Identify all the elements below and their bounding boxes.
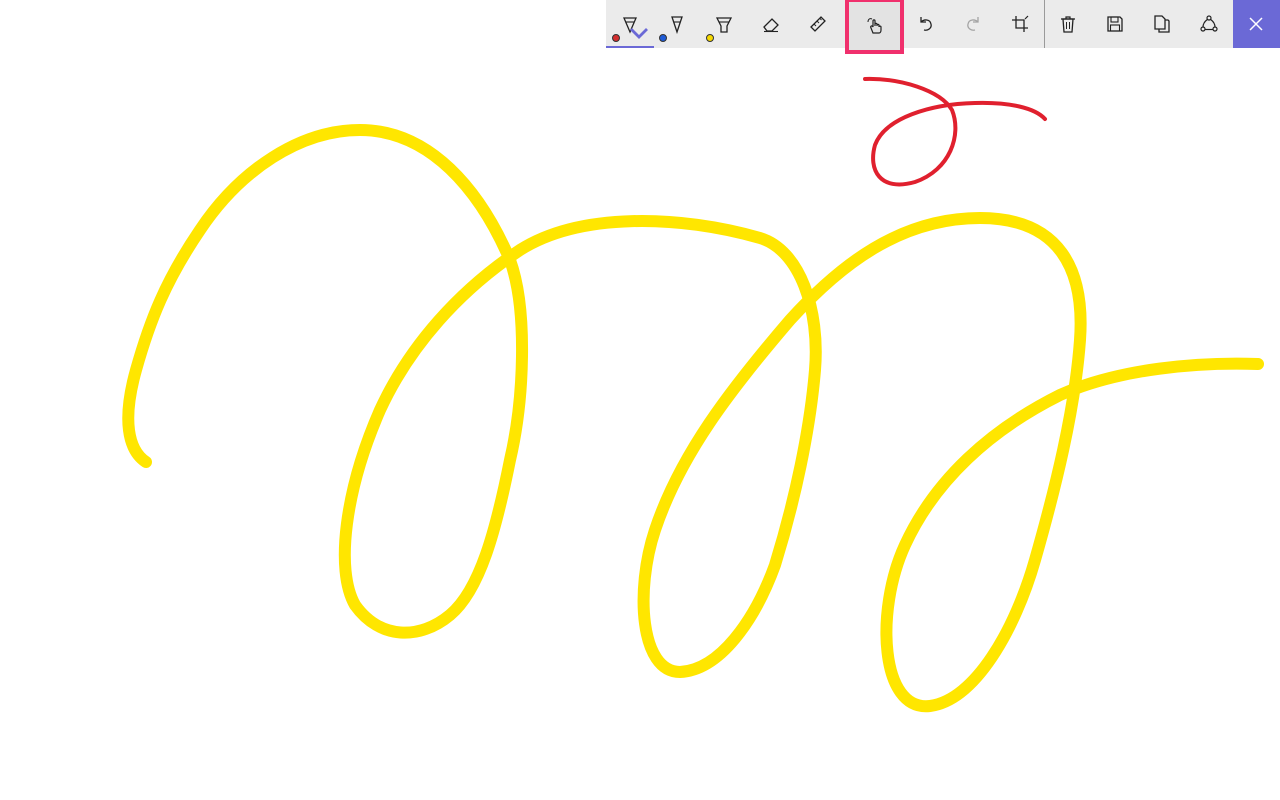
highlighter-button[interactable]: [700, 0, 747, 48]
close-icon: [1249, 17, 1263, 31]
redo-button[interactable]: [949, 0, 996, 48]
undo-icon: [920, 17, 932, 31]
touch-writing-button[interactable]: [845, 0, 905, 54]
pencil-icon: [670, 16, 683, 34]
ruler-icon: [809, 16, 826, 32]
ballpoint-pen-button[interactable]: [606, 0, 655, 48]
sketch-app: [0, 0, 1280, 800]
pencil-button[interactable]: [653, 0, 700, 48]
chevron-down-icon[interactable]: [629, 23, 649, 43]
ruler-button[interactable]: [794, 0, 841, 48]
eraser-icon: [762, 18, 779, 33]
yellow-stroke: [122, 124, 1264, 713]
close-button[interactable]: [1232, 0, 1280, 48]
pen-color-swatch: [612, 34, 620, 42]
copy-icon: [1154, 15, 1170, 33]
copy-button[interactable]: [1139, 0, 1186, 48]
share-button[interactable]: [1186, 0, 1233, 48]
touch-writing-icon: [867, 18, 882, 34]
drawing-canvas[interactable]: [0, 0, 1280, 800]
highlighter-color-swatch: [706, 34, 715, 42]
ink-toolbar: [606, 0, 1280, 54]
clear-button[interactable]: [1045, 0, 1092, 48]
crop-icon: [1012, 15, 1029, 32]
eraser-button[interactable]: [747, 0, 794, 48]
trash-icon: [1061, 16, 1076, 33]
red-stroke: [863, 76, 1047, 187]
pencil-color-swatch: [659, 34, 668, 42]
share-icon: [1200, 15, 1218, 32]
highlighter-icon: [715, 17, 732, 33]
crop-button[interactable]: [996, 0, 1043, 48]
save-icon: [1107, 16, 1123, 32]
redo-icon: [967, 17, 979, 31]
undo-button[interactable]: [902, 0, 949, 48]
save-button[interactable]: [1092, 0, 1139, 48]
